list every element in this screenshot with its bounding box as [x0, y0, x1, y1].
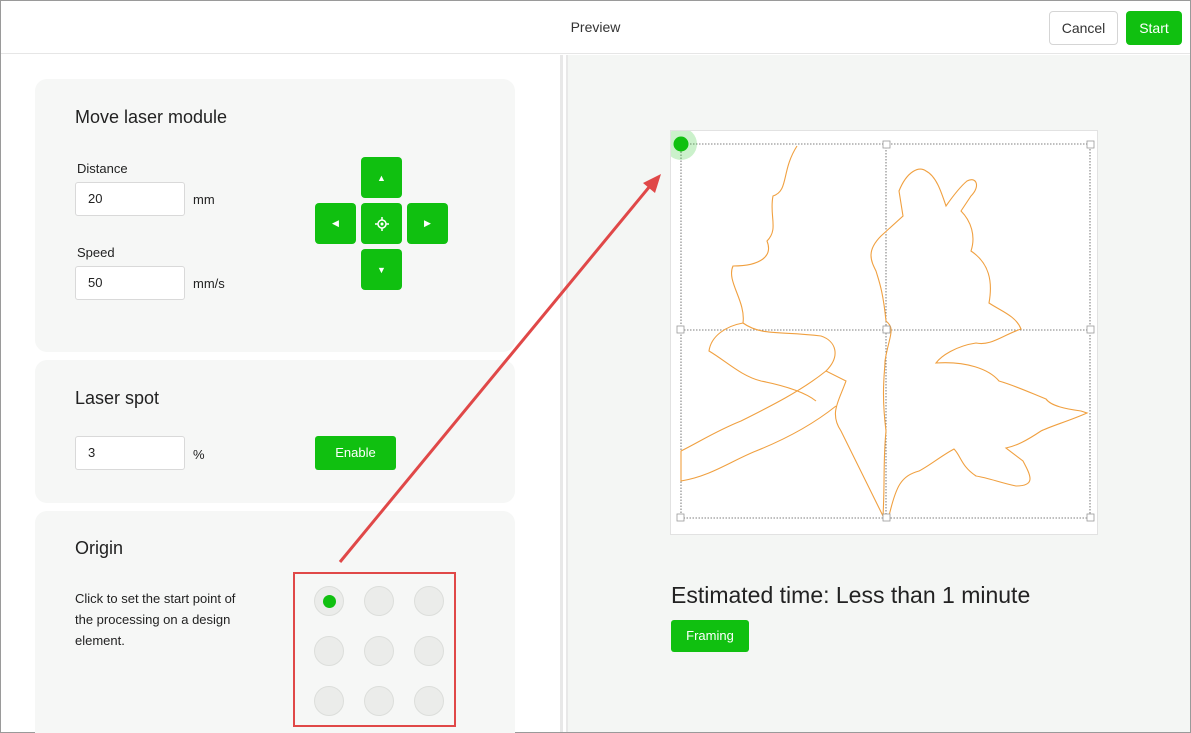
origin-marker: [673, 136, 689, 152]
move-right-button[interactable]: ▶: [407, 203, 448, 244]
move-laser-title: Move laser module: [75, 107, 228, 127]
crosshair-icon: [374, 216, 389, 231]
design-canvas[interactable]: [665, 128, 1098, 535]
laser-spot-input[interactable]: 3: [75, 436, 185, 470]
dialog-header: Preview: [1, 1, 1190, 54]
laser-spot-title: Laser spot: [75, 388, 160, 408]
move-up-button[interactable]: ▲: [361, 157, 402, 198]
move-laser-card: Move laser module Distance 20 mm Speed 5…: [35, 79, 515, 352]
start-button[interactable]: Start: [1126, 11, 1182, 45]
dialog-title: Preview: [570, 19, 621, 35]
move-left-button[interactable]: ◀: [315, 203, 356, 244]
leaf-lower-left-outline: [680, 370, 837, 482]
arrow-down-icon: ▼: [377, 264, 386, 275]
panel-divider: [560, 55, 563, 732]
estimated-time: Estimated time: Less than 1 minute: [671, 582, 1031, 608]
selection-handles: [676, 140, 1095, 522]
enable-button[interactable]: Enable: [315, 436, 396, 470]
settings-panel: Move laser module Distance 20 mm Speed 5…: [1, 55, 560, 733]
leaf-outline: [731, 145, 1089, 519]
move-down-button[interactable]: ▼: [361, 249, 402, 290]
distance-input[interactable]: 20: [75, 182, 185, 216]
speed-input[interactable]: 50: [75, 266, 185, 300]
speed-label: Speed: [77, 245, 115, 260]
move-home-button[interactable]: [361, 203, 402, 244]
distance-unit: mm: [193, 192, 215, 207]
arrow-left-icon: ◀: [332, 218, 339, 228]
laser-spot-card: Laser spot 3 % Enable: [35, 360, 515, 503]
speed-unit: mm/s: [193, 276, 225, 291]
arrow-up-icon: ▲: [377, 172, 386, 183]
distance-label: Distance: [77, 161, 128, 176]
cancel-button[interactable]: Cancel: [1049, 11, 1118, 45]
framing-button[interactable]: Framing: [671, 620, 749, 652]
origin-description: Click to set the start point of the proc…: [75, 591, 236, 648]
laser-spot-unit: %: [193, 447, 205, 462]
origin-title: Origin: [75, 538, 124, 558]
annotation-highlight-box: [293, 572, 456, 727]
design-preview: [665, 128, 1095, 522]
arrow-right-icon: ▶: [424, 218, 431, 228]
